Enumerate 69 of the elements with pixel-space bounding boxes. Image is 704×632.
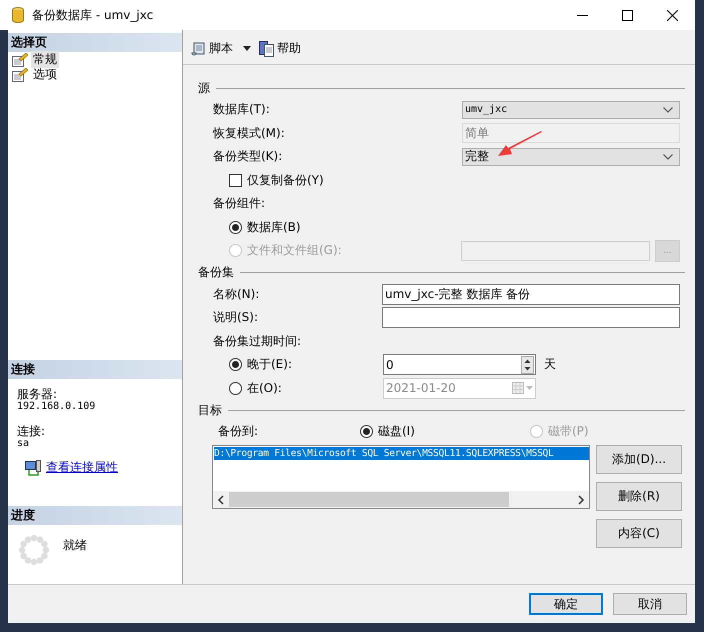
- radio-label: 在(O):: [247, 380, 283, 397]
- close-icon[interactable]: [667, 10, 678, 20]
- radio-label: 晚于(E):: [247, 356, 293, 374]
- field-label: 备份类型(K):: [213, 148, 284, 166]
- field-label: 说明(S):: [213, 309, 260, 326]
- checkbox[interactable]: [229, 174, 242, 187]
- section-title: 源: [198, 80, 210, 96]
- section-header: 选择页: [8, 33, 182, 52]
- field-label: 备份到:: [217, 423, 260, 440]
- radio-label: 磁带(P): [548, 423, 589, 440]
- database-icon: [12, 7, 24, 23]
- view-connection-properties-link[interactable]: 查看连接属性: [46, 459, 118, 476]
- status-text: 就绪: [63, 537, 87, 554]
- radio-label: 文件和文件组(G):: [247, 242, 343, 260]
- annotation-arrow: [498, 130, 544, 158]
- cancel-button[interactable]: 取消: [613, 593, 687, 615]
- backup-type-dropdown[interactable]: 完整: [462, 148, 680, 166]
- scroll-icon: [191, 40, 207, 56]
- section-title: 备份集: [198, 264, 234, 281]
- server-value: 192.168.0.109: [17, 401, 96, 412]
- chevron-icon: [663, 106, 673, 113]
- checkbox-label: 仅复制备份(Y): [247, 172, 324, 189]
- window-title: 备份数据库 - umv_jxc: [32, 6, 154, 24]
- radio-button[interactable]: [360, 425, 373, 438]
- page-icon: [12, 52, 28, 66]
- document-icon: [259, 40, 275, 56]
- page-icon: [12, 68, 28, 82]
- field-label: 名称(N):: [213, 286, 260, 303]
- scroll-right-icon[interactable]: [577, 494, 585, 504]
- radio-label: 磁盘(I): [378, 423, 415, 440]
- field-label: 备份集过期时间:: [213, 332, 302, 350]
- page-item[interactable]: 常规: [31, 51, 59, 68]
- maximize-icon[interactable]: [622, 10, 633, 20]
- name-field[interactable]: umv_jxc-完整 数据库 备份: [382, 284, 680, 305]
- destination-list[interactable]: D:\Program Files\Microsoft SQL Server\MSSQL11.SQLEXPRESS\MSSQL: [212, 445, 590, 509]
- field-label: 数据库(T):: [213, 101, 271, 118]
- script-button[interactable]: 脚本: [189, 38, 235, 59]
- unit-label: 天: [544, 356, 556, 374]
- field-label: 备份组件:: [213, 195, 266, 212]
- section-header: 连接: [8, 360, 182, 379]
- calendar-icon: [512, 381, 534, 396]
- dialog-button[interactable]: 内容(C): [596, 519, 682, 548]
- field-label: 恢复模式(M):: [213, 124, 286, 142]
- spinner-arrows-icon: [521, 356, 534, 374]
- dialog-button[interactable]: 删除(R): [596, 482, 682, 511]
- caret-icon[interactable]: [243, 46, 251, 51]
- server-label: 服务器:: [17, 388, 58, 401]
- radio-button[interactable]: [229, 358, 242, 372]
- horizontal-scrollbar[interactable]: [213, 491, 589, 508]
- section-title: 目标: [198, 402, 222, 418]
- radio-button[interactable]: [229, 220, 242, 234]
- days-spinbox[interactable]: 0: [383, 354, 536, 376]
- scroll-left-icon[interactable]: [217, 494, 225, 504]
- list-item[interactable]: D:\Program Files\Microsoft SQL Server\MSSQL11.SQLEXPRESS\MSSQL: [214, 447, 589, 460]
- database-dropdown[interactable]: umv_jxc: [462, 100, 680, 119]
- help-button[interactable]: 帮助: [257, 38, 303, 59]
- page-item[interactable]: 选项: [31, 66, 59, 83]
- recovery-model-field: 简单: [462, 123, 680, 144]
- radio-button[interactable]: [229, 382, 242, 395]
- computer-icon: [25, 460, 41, 476]
- user-value: sa: [17, 438, 30, 449]
- spinner-icon: [19, 535, 49, 565]
- section-header: 进度: [8, 506, 182, 525]
- radio-label: 数据库(B): [247, 218, 301, 236]
- ok-button[interactable]: 确定: [529, 593, 603, 615]
- dialog-button[interactable]: 添加(D)...: [596, 445, 682, 474]
- connection-label: 连接:: [17, 425, 46, 438]
- description-field[interactable]: [382, 307, 680, 328]
- chevron-icon: [663, 154, 673, 160]
